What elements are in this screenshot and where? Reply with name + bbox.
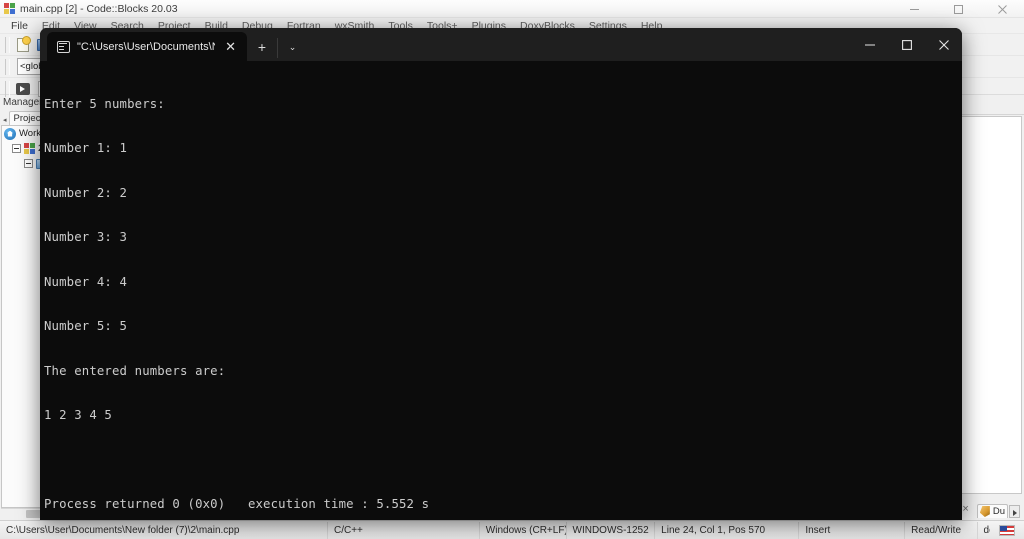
logs-tab-label: Du	[992, 506, 1005, 517]
terminal-line: The entered numbers are:	[44, 363, 226, 378]
new-file-icon[interactable]	[13, 35, 33, 54]
ide-close-button[interactable]	[980, 0, 1024, 18]
status-permissions: Read/Write	[905, 521, 978, 539]
terminal-window-controls	[851, 28, 962, 61]
ide-maximize-button[interactable]	[936, 0, 980, 18]
terminal-maximize-button[interactable]	[888, 28, 925, 61]
terminal-titlebar-drag-area	[307, 28, 851, 61]
terminal-close-button[interactable]	[925, 28, 962, 61]
workspace-icon	[4, 127, 16, 140]
tab-scroll-left-icon[interactable]: ◂	[2, 116, 9, 125]
terminal-title-bar: "C:\Users\User\Documents\N ✕ + ⌄	[40, 28, 962, 61]
terminal-icon	[57, 40, 70, 53]
toolbar-grip-debug[interactable]	[5, 81, 10, 97]
more-arrow-icon[interactable]	[1009, 505, 1020, 518]
logs-tab[interactable]: Du	[976, 504, 1008, 518]
terminal-line: Process returned 0 (0x0) execution time …	[44, 497, 430, 512]
tree-expander-icon[interactable]	[24, 159, 33, 168]
terminal-output[interactable]: Enter 5 numbers: Number 1: 1 Number 2: 2…	[40, 61, 962, 520]
status-eol: Windows (CR+LF)	[480, 521, 567, 539]
terminal-line: Number 4: 4	[44, 274, 128, 289]
screen: main.cpp [2] - Code::Blocks 20.03 File E…	[0, 0, 1024, 539]
logs-close-icon[interactable]: ×	[962, 504, 968, 518]
status-language: C/C++	[328, 521, 480, 539]
ide-title: main.cpp [2] - Code::Blocks 20.03	[20, 2, 178, 15]
terminal-line: 1 2 3 4 5	[44, 408, 112, 423]
toolbar-grip-scope[interactable]	[5, 58, 10, 75]
ide-title-bar: main.cpp [2] - Code::Blocks 20.03	[0, 0, 1024, 18]
status-file-path: C:\Users\User\Documents\New folder (7)\2…	[0, 521, 328, 539]
status-bar: C:\Users\User\Documents\New folder (7)\2…	[0, 520, 1024, 539]
terminal-line: Enter 5 numbers:	[44, 96, 165, 111]
project-icon	[24, 143, 35, 154]
terminal-tab[interactable]: "C:\Users\User\Documents\N ✕	[47, 32, 247, 61]
terminal-line: Number 3: 3	[44, 230, 128, 245]
terminal-tab-close-icon[interactable]: ✕	[222, 38, 239, 55]
ide-window-controls	[892, 0, 1024, 18]
ide-minimize-button[interactable]	[892, 0, 936, 18]
menu-file[interactable]: File	[4, 18, 35, 34]
toolbar-grip[interactable]	[5, 36, 10, 53]
status-profile: default	[983, 524, 990, 536]
terminal-line: Number 5: 5	[44, 319, 128, 334]
terminal-line: Number 1: 1	[44, 141, 128, 156]
terminal-new-tab-button[interactable]: +	[247, 32, 277, 61]
terminal-dropdown-button[interactable]: ⌄	[277, 37, 307, 58]
pencil-icon	[979, 506, 990, 517]
status-cursor-position: Line 24, Col 1, Pos 570	[655, 521, 800, 539]
codeblocks-icon	[4, 3, 15, 14]
debug-step-icon[interactable]	[13, 80, 33, 99]
terminal-minimize-button[interactable]	[851, 28, 888, 61]
status-encoding: WINDOWS-1252	[567, 521, 656, 539]
tree-expander-icon[interactable]	[12, 144, 21, 153]
terminal-window: "C:\Users\User\Documents\N ✕ + ⌄ Enter 5…	[40, 28, 962, 520]
terminal-tab-title: "C:\Users\User\Documents\N	[77, 40, 216, 53]
status-insert-mode: Insert	[799, 521, 906, 539]
terminal-line: Number 2: 2	[44, 185, 128, 200]
us-flag-icon[interactable]	[990, 524, 1024, 536]
